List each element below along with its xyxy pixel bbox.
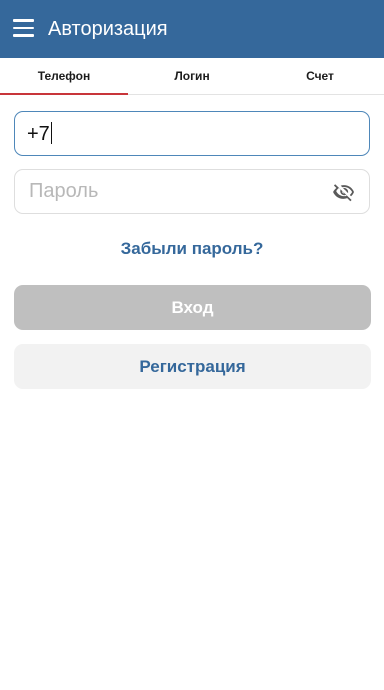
app-bar: Авторизация [0,0,384,58]
forgot-password-link[interactable]: Забыли пароль? [0,239,384,259]
login-button[interactable]: Вход [14,285,371,330]
active-tab-indicator [0,93,128,95]
tab-account[interactable]: Счет [256,58,384,94]
eye-off-icon[interactable] [332,181,356,203]
auth-tabs: Телефон Логин Счет [0,58,384,95]
phone-input[interactable]: +7 [14,111,370,156]
register-button[interactable]: Регистрация [14,344,371,389]
tab-phone[interactable]: Телефон [0,58,128,94]
password-input[interactable] [29,170,329,213]
phone-value-wrapper: +7 [27,122,52,146]
password-field-container [14,169,370,214]
phone-value: +7 [27,123,50,145]
page-title: Авторизация [48,18,168,40]
tab-login[interactable]: Логин [128,58,256,94]
text-caret [50,122,52,144]
hamburger-menu-icon[interactable] [13,19,34,37]
